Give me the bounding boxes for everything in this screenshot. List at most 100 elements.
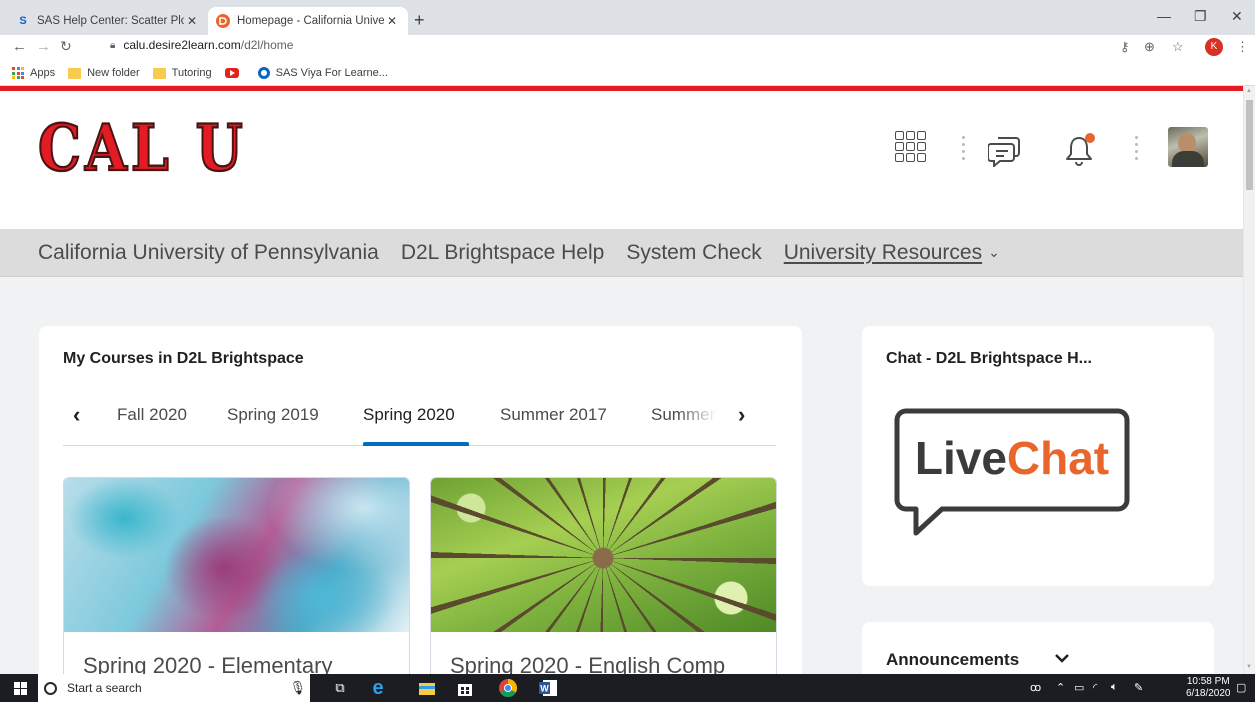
cal-u-logo[interactable]: CAL U: [37, 109, 247, 187]
bookmark-new-folder[interactable]: New folder: [68, 67, 140, 79]
course-image: [431, 478, 776, 632]
battery-icon[interactable]: ▭: [1074, 681, 1084, 694]
bookmarks-bar: Apps New folder Tutoring SAS Viya For Le…: [0, 61, 1255, 86]
clock-time: 10:58 PM: [1186, 676, 1230, 687]
windows-start-icon[interactable]: [14, 682, 27, 695]
page-scrollbar[interactable]: ▲ ▼: [1243, 86, 1255, 674]
close-tab-icon[interactable]: ✕: [184, 14, 200, 28]
nav-university-resources-label: University Resources: [783, 240, 983, 264]
course-image: [64, 478, 409, 632]
bookmark-label: Apps: [30, 67, 56, 79]
announcements-title: Announcements: [886, 650, 1020, 669]
volume-icon[interactable]: 🔈︎: [1111, 681, 1118, 694]
word-icon[interactable]: W: [538, 678, 558, 698]
browser-tab-homepage[interactable]: Homepage - California University ✕: [208, 7, 408, 35]
nav-d2l-brightspace-help[interactable]: D2L Brightspace Help: [401, 241, 605, 265]
wifi-icon[interactable]: ◜: [1093, 681, 1097, 694]
file-explorer-icon[interactable]: [418, 678, 436, 698]
browser-tab-title: Homepage - California University: [237, 15, 384, 27]
bookmark-apps[interactable]: Apps: [12, 67, 55, 79]
announcements-widget: Announcements: [862, 622, 1214, 674]
microphone-icon[interactable]: 🎙︎: [289, 680, 306, 696]
nav-system-check[interactable]: System Check: [626, 241, 761, 265]
d2l-icon: [216, 14, 230, 28]
separator-dots: [962, 136, 965, 164]
tab-summer-2017[interactable]: Summer 2017: [500, 405, 607, 425]
restore-icon[interactable]: ❐: [1194, 8, 1207, 25]
page-viewport: CAL U California University of Pennsylva…: [0, 86, 1243, 674]
close-window-icon[interactable]: ✕: [1231, 8, 1243, 25]
livechat-word-live: Live: [915, 432, 1007, 484]
chevron-right-icon[interactable]: ›: [738, 402, 745, 428]
scroll-thumb[interactable]: [1246, 100, 1253, 190]
cortana-icon: [44, 681, 57, 695]
nav-university-resources[interactable]: University Resources ⌄: [784, 241, 1000, 265]
store-icon[interactable]: [456, 678, 474, 698]
scroll-up-icon[interactable]: ▲: [1246, 88, 1252, 94]
address-bar[interactable]: 🔒︎ calu.desire2learn.com /d2l/home: [110, 38, 293, 52]
livechat-logo[interactable]: LiveChat: [894, 408, 1130, 536]
tab-fall-2020[interactable]: Fall 2020: [117, 405, 187, 425]
people-icon[interactable]: ꝏ: [1030, 681, 1041, 694]
show-hidden-icons[interactable]: ⌃: [1056, 681, 1065, 694]
chevron-down-icon[interactable]: [1054, 650, 1070, 668]
forward-icon[interactable]: →: [36, 38, 51, 55]
my-courses-widget: My Courses in D2L Brightspace ‹ Fall 202…: [39, 326, 802, 674]
nav-california-university[interactable]: California University of Pennsylvania: [38, 241, 379, 265]
course-card-title: Spring 2020 - English Comp: [450, 653, 726, 674]
course-selector-waffle-icon[interactable]: [895, 131, 926, 162]
chrome-icon[interactable]: [498, 678, 518, 698]
sas-icon: S: [19, 15, 27, 27]
user-avatar[interactable]: [1168, 127, 1208, 167]
browser-tab-sas-help[interactable]: S SAS Help Center: Scatter Plot: Sel ✕: [8, 7, 208, 35]
lock-icon: 🔒︎: [110, 39, 116, 51]
reload-icon[interactable]: ↻: [60, 38, 72, 55]
clock-date: 6/18/2020: [1186, 688, 1231, 699]
back-icon[interactable]: ←: [12, 38, 27, 55]
task-view-icon[interactable]: ⧉: [330, 678, 350, 698]
tab-spring-2020[interactable]: Spring 2020: [363, 405, 455, 425]
tab-summer[interactable]: Summer: [651, 405, 715, 425]
url-path: /d2l/home: [240, 38, 294, 52]
menu-dots-icon[interactable]: ⋮: [1236, 39, 1249, 55]
course-card[interactable]: Spring 2020 - Elementary: [63, 477, 410, 674]
folder-icon: [152, 67, 166, 79]
separator-dots: [1135, 136, 1138, 164]
edge-icon[interactable]: e: [367, 677, 389, 699]
course-card[interactable]: Spring 2020 - English Comp: [430, 477, 777, 674]
bookmark-label: New folder: [87, 67, 140, 79]
new-tab-button[interactable]: +: [414, 10, 425, 31]
url-host: calu.desire2learn.com: [123, 38, 241, 52]
semester-tabs: ‹ Fall 2020 Spring 2019 Spring 2020 Summ…: [63, 402, 776, 446]
key-icon[interactable]: ⚷: [1120, 39, 1130, 55]
scroll-down-icon[interactable]: ▼: [1246, 664, 1252, 670]
message-alerts-icon[interactable]: [988, 135, 1022, 167]
chat-widget: Chat - D2L Brightspace H... LiveChat: [862, 326, 1214, 586]
site-nav: California University of Pennsylvania D2…: [0, 229, 1243, 277]
notifications-icon[interactable]: ▢: [1236, 681, 1246, 694]
bookmark-label: SAS Viya For Learne...: [275, 67, 388, 79]
profile-avatar[interactable]: K: [1205, 38, 1223, 56]
youtube-icon: [224, 68, 239, 78]
folder-icon: [68, 67, 82, 79]
selected-tab-indicator: [363, 442, 469, 446]
close-tab-icon[interactable]: ✕: [384, 14, 400, 28]
bookmark-youtube[interactable]: [224, 68, 245, 78]
zoom-icon[interactable]: ⊕: [1144, 39, 1155, 55]
my-courses-title: My Courses in D2L Brightspace: [63, 350, 304, 367]
pen-icon[interactable]: ✎: [1134, 681, 1143, 694]
taskbar-search-input[interactable]: Start a search 🎙︎: [38, 674, 310, 702]
course-card-title: Spring 2020 - Elementary: [83, 653, 333, 674]
notification-bell-icon[interactable]: [1063, 131, 1099, 167]
chevron-left-icon[interactable]: ‹: [73, 402, 80, 428]
taskbar-search-placeholder: Start a search: [67, 681, 142, 695]
taskbar-clock[interactable]: 10:58 PM 6/18/2020: [1186, 676, 1231, 700]
star-icon[interactable]: ☆: [1172, 39, 1184, 55]
livechat-word-chat: Chat: [1007, 432, 1109, 484]
minimize-icon[interactable]: —: [1157, 8, 1171, 24]
browser-tab-title: SAS Help Center: Scatter Plot: Sel: [37, 15, 184, 27]
bookmark-sas-viya[interactable]: SAS Viya For Learne...: [257, 67, 388, 79]
sas-viya-icon: [257, 67, 270, 79]
bookmark-tutoring[interactable]: Tutoring: [152, 67, 212, 79]
tab-spring-2019[interactable]: Spring 2019: [227, 405, 319, 425]
